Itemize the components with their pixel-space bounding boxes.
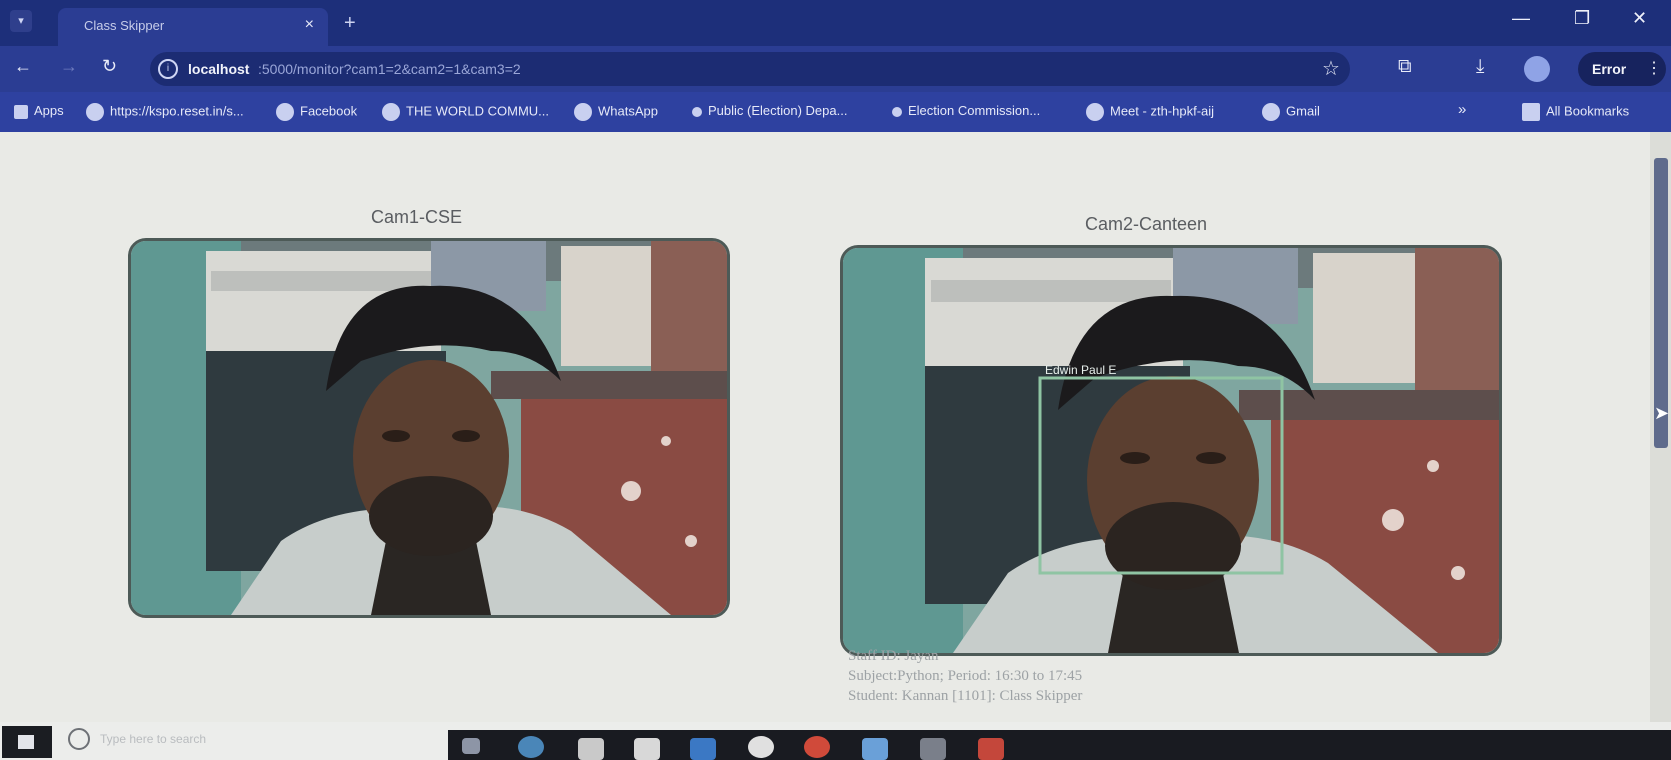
taskbar-search-input[interactable]: Type here to search xyxy=(100,732,206,746)
reload-icon[interactable]: ↻ xyxy=(102,56,117,77)
address-bar[interactable]: i localhost :5000/monitor?cam1=2&cam2=1&… xyxy=(150,52,1350,86)
start-button[interactable] xyxy=(2,726,52,758)
new-tab-button[interactable]: + xyxy=(344,12,356,35)
pen-icon xyxy=(892,106,902,117)
info-line-subject: Subject:Python; Period: 16:30 to 17:45 xyxy=(848,668,1083,684)
cam1-frame-image xyxy=(131,241,727,615)
bookmark-kspo[interactable]: https://kspo.reset.in/s... xyxy=(86,103,244,121)
url-path: :5000/monitor?cam1=2&cam2=1&cam3=2 xyxy=(258,61,521,77)
site-info-icon[interactable]: i xyxy=(158,59,178,79)
windows-logo-icon xyxy=(18,735,34,749)
bookmark-gmail[interactable]: Gmail xyxy=(1262,103,1320,121)
edge-browser-icon[interactable] xyxy=(518,736,544,758)
bookmark-label: All Bookmarks xyxy=(1546,103,1630,119)
cam1-title: Cam1-CSE xyxy=(371,207,463,227)
app-grey-icon[interactable] xyxy=(920,738,946,760)
info-line-student: Student: Kannan [1101]: Class Skipper xyxy=(848,688,1083,704)
app-blue-icon[interactable] xyxy=(862,738,888,760)
gmail-icon xyxy=(1262,103,1280,121)
detection-info: Staff ID: Jayan Subject:Python; Period: … xyxy=(848,646,1082,706)
os-taskbar: Type here to search xyxy=(0,722,1671,760)
tab-search-icon[interactable]: ▾ xyxy=(10,10,32,32)
download-icon[interactable]: ⤓ xyxy=(1476,56,1484,78)
close-window-button[interactable]: ✕ xyxy=(1632,8,1647,29)
bookmark-label: Meet - zth-hpkf-aij xyxy=(1110,103,1215,119)
meet-icon xyxy=(1086,103,1104,121)
app-red-square-icon[interactable] xyxy=(978,738,1004,760)
bookmark-all-bookmarks[interactable]: All Bookmarks xyxy=(1522,103,1629,121)
profile-avatar[interactable] xyxy=(1524,56,1550,82)
bookmark-whatsapp[interactable]: WhatsApp xyxy=(574,103,658,121)
bookmark-meet[interactable]: Meet - zth-hpkf-aij xyxy=(1086,103,1214,121)
app-red-icon[interactable] xyxy=(804,736,830,758)
browser-tab-bar: ▾ Class Skipper × + — ❐ ✕ xyxy=(0,0,1671,46)
forward-arrow-icon[interactable]: → xyxy=(60,56,78,77)
bookmark-public-election[interactable]: Public (Election) Depa... xyxy=(692,103,847,118)
bookmark-label: https://kspo.reset.in/s... xyxy=(110,103,244,119)
minimize-button[interactable]: — xyxy=(1512,8,1530,29)
back-arrow-icon[interactable]: ← xyxy=(14,56,32,77)
task-view-icon[interactable] xyxy=(462,738,480,754)
mail-icon[interactable] xyxy=(690,738,716,760)
bookmarks-bar: Apps https://kspo.reset.in/s... Facebook… xyxy=(0,92,1671,132)
search-circle-icon[interactable] xyxy=(68,728,90,750)
taskbar-apps-area xyxy=(448,730,1671,760)
bookmark-label: Public (Election) Depa... xyxy=(708,103,848,118)
profile-error-label: Error xyxy=(1592,61,1627,77)
bookmark-label: Apps xyxy=(34,103,64,118)
profile-error-button[interactable]: Error ⋮ xyxy=(1578,52,1666,86)
bookmark-label: THE WORLD COMMU... xyxy=(406,103,549,119)
file-explorer-icon[interactable] xyxy=(578,738,604,760)
more-bookmarks-chevron[interactable]: » xyxy=(1458,101,1466,118)
folder-icon xyxy=(1522,103,1540,121)
bookmark-facebook[interactable]: Facebook xyxy=(276,103,357,121)
url-host: localhost xyxy=(188,61,250,77)
whatsapp-icon xyxy=(574,103,592,121)
extensions-icon[interactable]: ⧉ xyxy=(1398,56,1412,78)
pen-icon xyxy=(692,106,702,117)
bookmark-star-icon[interactable]: ☆ xyxy=(1322,56,1340,81)
browser-tab[interactable]: Class Skipper × xyxy=(58,8,328,46)
cam1-video-feed xyxy=(128,238,730,618)
mouse-cursor-icon: ➤ xyxy=(1654,403,1670,423)
bookmark-label: WhatsApp xyxy=(598,103,658,119)
globe-icon xyxy=(86,103,104,121)
store-icon[interactable] xyxy=(634,738,660,760)
cam2-title: Cam2-Canteen xyxy=(1085,214,1208,234)
face-detection-label: Edwin Paul E xyxy=(1045,363,1116,377)
tab-close-icon[interactable]: × xyxy=(305,16,314,34)
cam2-video-feed: Edwin Paul E xyxy=(840,245,1502,656)
menu-dots-icon[interactable]: ⋮ xyxy=(1646,58,1662,78)
info-line-staff: Staff ID: Jayan xyxy=(848,648,939,664)
bookmark-label: Election Commission... xyxy=(908,103,1041,118)
cam2-frame-image: Edwin Paul E xyxy=(843,248,1499,653)
bookmark-election-commission[interactable]: Election Commission... xyxy=(892,103,1040,118)
bookmark-label: Gmail xyxy=(1286,103,1320,119)
globe-icon xyxy=(382,103,400,121)
restore-button[interactable]: ❐ xyxy=(1574,8,1590,29)
apps-grid-icon xyxy=(14,104,28,119)
screen: ▾ Class Skipper × + — ❐ ✕ ← → ↻ i localh… xyxy=(0,0,1671,760)
bookmark-label: Facebook xyxy=(300,103,358,119)
facebook-icon xyxy=(276,103,294,121)
browser-toolbar: ← → ↻ i localhost :5000/monitor?cam1=2&c… xyxy=(0,46,1671,92)
tab-title: Class Skipper xyxy=(84,18,165,33)
bookmark-apps[interactable]: Apps xyxy=(14,103,64,119)
bookmark-world-commu[interactable]: THE WORLD COMMU... xyxy=(382,103,549,121)
chrome-icon[interactable] xyxy=(748,736,774,758)
